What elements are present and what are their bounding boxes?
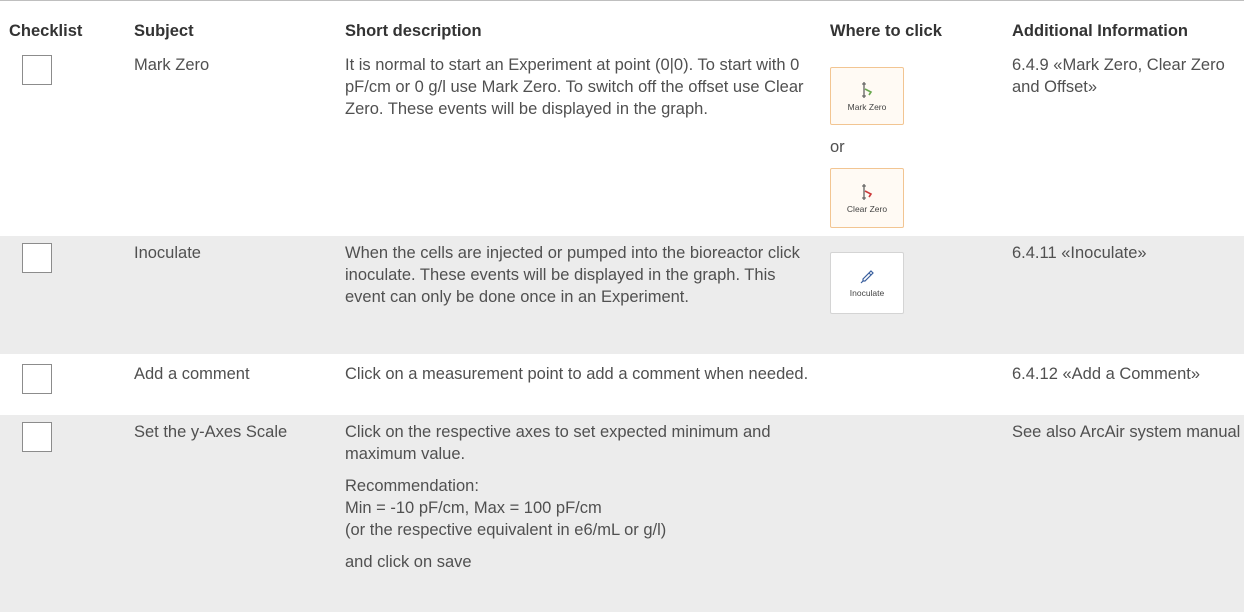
row-description: When the cells are injected or pumped in… — [345, 242, 810, 308]
checklist-checkbox[interactable] — [22, 364, 52, 394]
description-paragraph: Click on a measurement point to add a co… — [345, 365, 809, 383]
inoculate-button[interactable]: Inoculate — [830, 252, 904, 314]
inoculate-icon — [860, 269, 874, 283]
clear-zero-icon — [862, 183, 873, 200]
row-additional-info: 6.4.12 «Add a Comment» — [1012, 365, 1201, 383]
mark-zero-icon — [862, 81, 873, 98]
row-subject: Add a comment — [134, 365, 250, 383]
row-description: Click on the respective axes to set expe… — [345, 421, 810, 573]
save-instruction: and click on save — [345, 553, 472, 571]
or-separator: or — [830, 138, 845, 156]
row-additional-info: See also ArcAir system manual — [1012, 423, 1241, 441]
mark-zero-button-label: Mark Zero — [847, 101, 887, 112]
row-additional-info: 6.4.11 «Inoculate» — [1012, 244, 1147, 262]
checklist-checkbox[interactable] — [22, 55, 52, 85]
table-row-set-y-axes-scale: Set the y-Axes Scale Click on the respec… — [0, 415, 1244, 612]
header-checklist: Checklist — [9, 22, 83, 40]
header-description: Short description — [345, 22, 482, 40]
header-subject: Subject — [134, 22, 194, 40]
row-subject: Mark Zero — [134, 56, 210, 74]
description-paragraph: When the cells are injected or pumped in… — [345, 244, 800, 306]
header-additional-info: Additional Information — [1012, 22, 1188, 40]
recommendation-min-max: Min = -10 pF/cm, Max = 100 pF/cm — [345, 499, 602, 517]
table-row-inoculate: Inoculate When the cells are injected or… — [0, 236, 1244, 354]
row-subject: Inoculate — [134, 244, 201, 262]
checklist-checkbox[interactable] — [22, 243, 52, 273]
description-paragraph: Click on the respective axes to set expe… — [345, 423, 771, 463]
row-description: It is normal to start an Experiment at p… — [345, 54, 810, 120]
mark-zero-button[interactable]: Mark Zero — [830, 67, 904, 125]
row-subject: Set the y-Axes Scale — [134, 423, 288, 441]
clear-zero-button[interactable]: Clear Zero — [830, 168, 904, 228]
table-row-mark-zero: Mark Zero It is normal to start an Exper… — [0, 48, 1244, 232]
clear-zero-button-label: Clear Zero — [846, 203, 888, 214]
recommendation-equivalent: (or the respective equivalent in e6/mL o… — [345, 521, 667, 539]
description-paragraph: It is normal to start an Experiment at p… — [345, 56, 804, 118]
header-where-to-click: Where to click — [830, 22, 942, 40]
row-description: Click on a measurement point to add a co… — [345, 363, 810, 385]
top-rule — [0, 0, 1244, 1]
inoculate-button-label: Inoculate — [849, 287, 885, 298]
row-additional-info: 6.4.9 «Mark Zero, Clear Zero and Offset» — [1012, 56, 1225, 96]
recommendation-heading: Recommendation: — [345, 477, 479, 495]
table-row-add-comment: Add a comment Click on a measurement poi… — [0, 357, 1244, 412]
checklist-checkbox[interactable] — [22, 422, 52, 452]
